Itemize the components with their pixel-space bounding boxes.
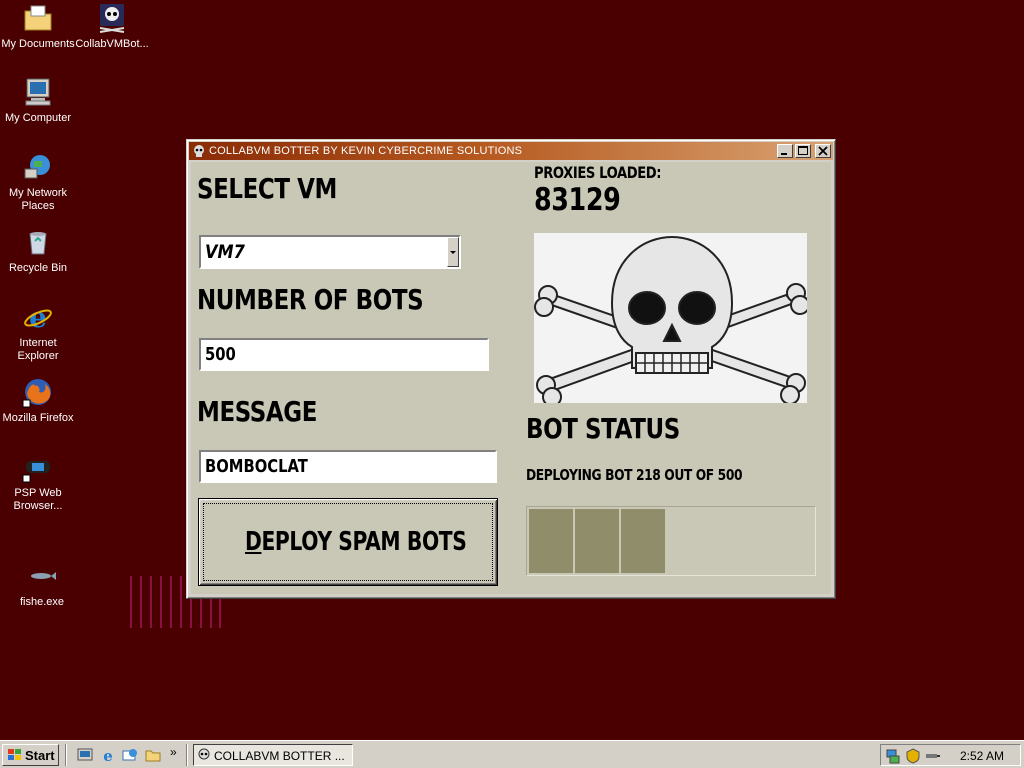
skull-icon [194, 145, 204, 157]
desktop-icon-label: My Network Places [8, 187, 68, 212]
number-of-bots-value: 500 [205, 344, 236, 365]
select-vm-dropdown[interactable]: VM7 [199, 235, 461, 269]
quicklaunch-chevron-icon[interactable]: » [170, 745, 177, 759]
taskbar-separator [65, 744, 67, 766]
start-label: Start [25, 748, 55, 763]
desktop-icon-label: Recycle Bin [8, 262, 68, 274]
windows-logo-icon [8, 749, 21, 760]
maximize-icon [798, 146, 808, 155]
taskbar-button-collabvm-botter[interactable]: COLLABVM BOTTER ... [193, 744, 353, 766]
internet-explorer-icon[interactable]: e [100, 747, 116, 763]
message-input[interactable]: BOMBOCLAT [199, 450, 497, 483]
progress-block [621, 509, 665, 573]
clock: 2:52 AM [959, 749, 1004, 763]
window-titlebar[interactable]: COLLABVM BOTTER BY KEVIN CYBERCRIME SOLU… [189, 142, 833, 160]
number-of-bots-input[interactable]: 500 [199, 338, 489, 371]
security-shield-icon[interactable] [905, 748, 921, 764]
internet-explorer-icon: e [24, 301, 52, 333]
progress-block [529, 509, 573, 573]
desktop-icon-label: My Computer [4, 112, 72, 124]
svg-text:e: e [29, 301, 47, 333]
show-desktop-icon[interactable] [77, 747, 93, 763]
taskbar-separator [186, 744, 188, 766]
maximize-button[interactable] [795, 144, 811, 158]
desktop-icon-my-documents[interactable]: My Documents [0, 2, 76, 51]
desktop-icon-label: fishe.exe [19, 596, 65, 608]
desktop-icon-recycle-bin[interactable]: Recycle Bin [0, 226, 76, 275]
desktop-icon-psp-web-browser[interactable]: PSP Web Browser... [0, 451, 76, 513]
firefox-icon [22, 379, 51, 408]
desktop-icon-label: Internet Explorer [17, 337, 59, 362]
minimize-icon [781, 153, 787, 155]
minimize-button[interactable] [777, 144, 793, 158]
deploy-button-label: DEPLOY SPAM BOTS [245, 527, 467, 557]
desktop-icon-label: My Documents [1, 38, 75, 50]
start-button[interactable]: Start [2, 744, 59, 766]
recycle-bin-icon [29, 232, 47, 255]
select-vm-label: SELECT VM [197, 172, 337, 205]
collabvm-botter-window: COLLABVM BOTTER BY KEVIN CYBERCRIME SOLU… [186, 139, 836, 599]
desktop-icon-internet-explorer[interactable]: e Internet Explorer [0, 301, 76, 363]
bot-status-label: BOT STATUS [526, 412, 680, 445]
desktop-icon-label: Mozilla Firefox [2, 412, 74, 424]
desktop-icon-my-network-places[interactable]: My Network Places [0, 151, 76, 213]
proxies-loaded-value: 83129 [534, 182, 621, 218]
desktop-icon-collabvmbot[interactable]: CollabVMBot... [74, 2, 150, 51]
deploy-spam-bots-button[interactable]: DEPLOY SPAM BOTS [198, 498, 498, 586]
desktop-icon-fishe-exe[interactable]: fishe.exe [4, 560, 80, 609]
window-client-area: SELECT VM VM7 NUMBER OF BOTS 500 MESSAGE… [191, 162, 831, 594]
proxies-loaded-label: PROXIES LOADED: [534, 163, 662, 182]
folder-icon [24, 5, 52, 31]
skull-icon [99, 4, 125, 33]
message-value: BOMBOCLAT [205, 456, 308, 477]
outlook-express-icon[interactable] [122, 747, 138, 763]
computer-icon [25, 78, 51, 106]
bot-progress-bar [526, 506, 816, 576]
psp-icon [22, 461, 50, 483]
dropdown-arrow-button[interactable] [447, 237, 459, 267]
network-globe-icon [24, 155, 50, 179]
window-title: COLLABVM BOTTER BY KEVIN CYBERCRIME SOLU… [209, 145, 523, 157]
close-button[interactable] [815, 144, 831, 158]
message-label: MESSAGE [197, 395, 318, 428]
fish-icon [31, 572, 56, 580]
battery-plug-icon[interactable] [925, 750, 941, 762]
desktop-icon-label: CollabVMBot... [75, 38, 149, 50]
desktop-icon-mozilla-firefox[interactable]: Mozilla Firefox [0, 376, 76, 425]
taskbar-button-label: COLLABVM BOTTER ... [214, 749, 345, 763]
bot-status-text: DEPLOYING BOT 218 OUT OF 500 [526, 466, 743, 484]
chevron-down-icon [450, 251, 456, 254]
desktop-icon-label: PSP Web Browser... [13, 487, 63, 512]
svg-text:e: e [103, 747, 113, 763]
network-icon[interactable] [885, 748, 901, 764]
number-of-bots-label: NUMBER OF BOTS [197, 283, 424, 316]
close-icon [818, 146, 828, 156]
system-tray: 2:52 AM [880, 744, 1021, 766]
taskbar: Start e » COLLABVM BOTTER ... 2:52 AM [0, 740, 1024, 768]
select-vm-value: VM7 [205, 241, 245, 263]
folder-icon[interactable] [145, 747, 161, 763]
skull-icon [198, 748, 210, 760]
progress-block [575, 509, 619, 573]
skull-crossbones-image [534, 233, 807, 403]
desktop-icon-my-computer[interactable]: My Computer [0, 76, 76, 125]
